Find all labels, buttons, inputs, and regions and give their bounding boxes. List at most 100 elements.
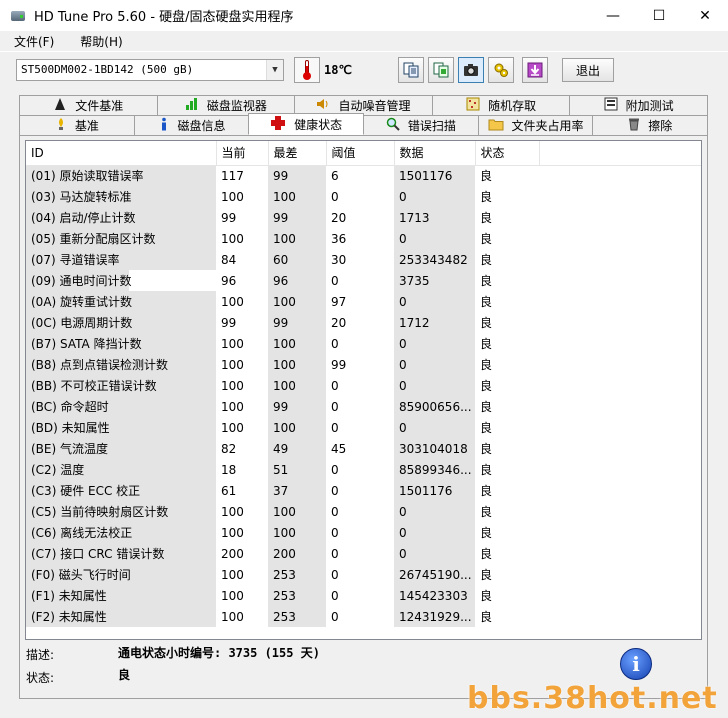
column-header-id[interactable]: ID: [26, 141, 217, 166]
table-cell: 0: [394, 375, 475, 396]
copy-screen-button[interactable]: [428, 57, 454, 83]
table-cell: 100: [268, 291, 326, 312]
table-cell: 100: [268, 354, 326, 375]
table-row[interactable]: (03) 马达旋转标准 100 100 0 0 良: [26, 186, 701, 207]
tab-health[interactable]: 健康状态: [248, 113, 365, 135]
table-row[interactable]: (C7) 接口 CRC 错误计数 200 200 0 0 良: [26, 543, 701, 564]
table-cell: 99: [216, 207, 268, 228]
drive-select[interactable]: ST500DM002-1BD142 (500 gB) ▼: [16, 59, 284, 81]
table-row[interactable]: (0A) 旋转重试计数 100 100 97 0 良: [26, 291, 701, 312]
table-row[interactable]: (F2) 未知属性 100 253 0 12431929... 良: [26, 606, 701, 627]
extra-tests-icon: [604, 97, 618, 114]
tab-random-access[interactable]: 随机存取: [431, 95, 571, 115]
column-header-current[interactable]: 当前: [216, 141, 269, 166]
table-cell: 99: [326, 354, 394, 375]
settings-icon: [494, 63, 508, 77]
table-cell-filler: [539, 438, 701, 459]
chevron-down-icon[interactable]: ▼: [266, 60, 283, 80]
tab-benchmark[interactable]: 基准: [19, 115, 135, 135]
table-cell: 良: [475, 186, 539, 207]
table-cell-filler: [539, 249, 701, 270]
column-header-data[interactable]: 数据: [394, 141, 476, 166]
screenshot-button[interactable]: [458, 57, 484, 83]
table-row[interactable]: (F1) 未知属性 100 253 0 145423303 良: [26, 585, 701, 606]
column-header-status[interactable]: 状态: [475, 141, 540, 166]
table-cell: 37: [268, 480, 326, 501]
table-row[interactable]: (09) 通电时间计数 96 96 0 3735 良: [26, 270, 701, 291]
save-button[interactable]: [522, 57, 548, 83]
table-row[interactable]: (BE) 气流温度 82 49 45 303104018 良: [26, 438, 701, 459]
close-button[interactable]: ✕: [682, 0, 728, 31]
table-cell-filler: [539, 522, 701, 543]
table-row[interactable]: (01) 原始读取错误率 117 99 6 1501176 良: [26, 165, 701, 186]
table-cell: (C3) 硬件 ECC 校正: [26, 480, 216, 501]
table-cell-filler: [539, 606, 701, 627]
copy-text-button[interactable]: [398, 57, 424, 83]
tab-disk-info[interactable]: 磁盘信息: [133, 115, 250, 135]
table-row[interactable]: (05) 重新分配扇区计数 100 100 36 0 良: [26, 228, 701, 249]
tab-extra-tests[interactable]: 附加测试: [569, 95, 708, 115]
table-cell: 0: [394, 291, 475, 312]
table-cell: 100: [216, 501, 268, 522]
table-cell: (C6) 离线无法校正: [26, 522, 216, 543]
tab-error-scan[interactable]: 错误扫描: [363, 115, 479, 135]
tab-aam[interactable]: 自动噪音管理: [294, 95, 433, 115]
options-button[interactable]: [488, 57, 514, 83]
table-cell-filler: [539, 564, 701, 585]
temperature-button[interactable]: [294, 57, 320, 83]
table-cell: 253: [268, 606, 326, 627]
table-row[interactable]: (BB) 不可校正错误计数 100 100 0 0 良: [26, 375, 701, 396]
table-row[interactable]: (C6) 离线无法校正 100 100 0 0 良: [26, 522, 701, 543]
speaker-icon: [316, 97, 330, 114]
table-row[interactable]: (B7) SATA 降挡计数 100 100 0 0 良: [26, 333, 701, 354]
table-row[interactable]: (B8) 点到点错误检测计数 100 100 99 0 良: [26, 354, 701, 375]
table-cell: 12431929...: [394, 606, 475, 627]
table-cell: 1501176: [394, 480, 475, 501]
table-row[interactable]: (BC) 命令超时 100 99 0 85900656... 良: [26, 396, 701, 417]
info-button[interactable]: i: [620, 648, 652, 680]
table-cell: 良: [475, 501, 539, 522]
table-row[interactable]: (F0) 磁头飞行时间 100 253 0 26745190... 良: [26, 564, 701, 585]
table-cell: 0: [394, 522, 475, 543]
table-cell: 良: [475, 249, 539, 270]
minimize-button[interactable]: —: [590, 0, 636, 31]
table-cell: 0: [326, 375, 394, 396]
table-cell: 85899346...: [394, 459, 475, 480]
title-bar: HD Tune Pro 5.60 - 硬盘/固态硬盘实用程序 — ☐ ✕: [0, 0, 728, 31]
disk-monitor-icon: [185, 97, 199, 114]
tab-file-benchmark[interactable]: 文件基准: [19, 95, 158, 115]
table-cell: 30: [326, 249, 394, 270]
tab-folder-usage[interactable]: 文件夹占用率: [477, 115, 594, 135]
table-row[interactable]: (BD) 未知属性 100 100 0 0 良: [26, 417, 701, 438]
tab-erase[interactable]: 擦除: [592, 115, 709, 135]
column-header-worst[interactable]: 最差: [268, 141, 327, 166]
table-row[interactable]: (07) 寻道错误率 84 60 30 253343482 良: [26, 249, 701, 270]
table-row[interactable]: (04) 启动/停止计数 99 99 20 1713 良: [26, 207, 701, 228]
table-row[interactable]: (C3) 硬件 ECC 校正 61 37 0 1501176 良: [26, 480, 701, 501]
table-cell: (0A) 旋转重试计数: [26, 291, 216, 312]
menu-help[interactable]: 帮助(H): [60, 33, 128, 50]
table-cell: 20: [326, 312, 394, 333]
smart-table: ID 当前 最差 阈值 数据 状态 (01) 原始读取错误率 117 99 6 1501…: [26, 141, 701, 627]
exit-button[interactable]: 退出: [562, 58, 614, 82]
table-cell: 0: [326, 606, 394, 627]
tab-disk-monitor[interactable]: 磁盘监视器: [156, 95, 296, 115]
table-cell: 253: [268, 585, 326, 606]
table-row[interactable]: (0C) 电源周期计数 99 99 20 1712 良: [26, 312, 701, 333]
table-row[interactable]: (C2) 温度 18 51 0 85899346... 良: [26, 459, 701, 480]
table-row[interactable]: (C5) 当前待映射扇区计数 100 100 0 0 良: [26, 501, 701, 522]
table-cell-filler: [539, 375, 701, 396]
column-header-threshold[interactable]: 阈值: [326, 141, 395, 166]
table-cell: 100: [268, 375, 326, 396]
table-cell: 100: [216, 186, 268, 207]
health-panel: ID 当前 最差 阈值 数据 状态 (01) 原始读取错误率 117 99 6 1501…: [19, 135, 708, 699]
table-header-row: ID 当前 最差 阈值 数据 状态: [26, 141, 701, 166]
drive-select-value: ST500DM002-1BD142 (500 gB): [21, 63, 194, 76]
table-cell: (04) 启动/停止计数: [26, 207, 216, 228]
maximize-button[interactable]: ☐: [636, 0, 682, 31]
table-cell-filler: [539, 480, 701, 501]
menu-file[interactable]: 文件(F): [0, 33, 60, 50]
table-cell: (F2) 未知属性: [26, 606, 216, 627]
temperature-value: 18℃: [324, 63, 352, 77]
health-cross-icon: [270, 115, 286, 134]
